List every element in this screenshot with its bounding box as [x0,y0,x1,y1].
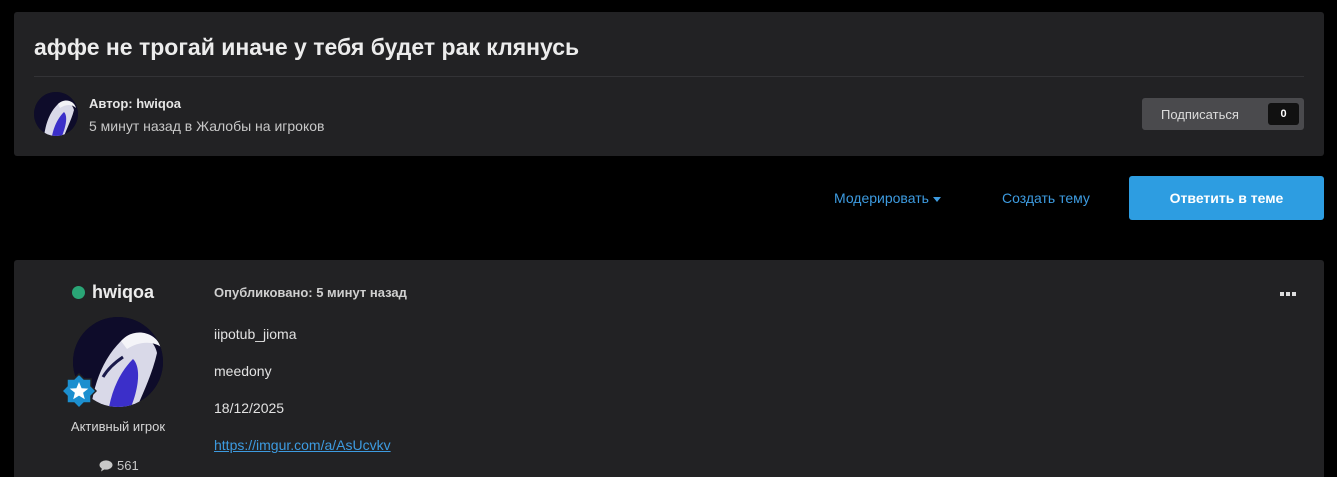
post-count-value: 561 [117,458,139,473]
moderate-label: Модерировать [834,190,929,206]
rank-badge-icon [60,372,98,410]
topic-header: аффе не трогай иначе у тебя будет рак кл… [14,12,1324,156]
author-line[interactable]: Автор: hwiqoa [89,96,181,111]
post: hwiqoa Активный игрок 561 Опубликовано: … [14,260,1324,477]
avatar-image [34,92,78,136]
subscribe-count-badge: 0 [1268,103,1299,125]
subscribe-label: Подписаться [1161,106,1239,122]
topic-title: аффе не трогай иначе у тебя будет рак кл… [34,34,580,60]
post-line: meedony [214,363,272,379]
online-status-icon [72,286,85,299]
create-topic-link[interactable]: Создать тему [1002,190,1090,206]
reply-button[interactable]: Ответить в теме [1129,176,1324,220]
post-author[interactable]: hwiqoa [72,282,154,303]
moderate-dropdown[interactable]: Модерировать [834,190,941,206]
post-count: 561 [99,458,139,473]
comment-icon [99,459,113,471]
post-line: iipotub_jioma [214,326,297,342]
post-menu-ellipsis-icon[interactable] [1280,285,1296,299]
header-divider [34,76,1304,77]
post-line: 18/12/2025 [214,400,285,416]
subscribe-button[interactable]: Подписаться 0 [1142,98,1304,130]
post-author-rank: Активный игрок [70,419,166,434]
author-avatar[interactable] [34,92,78,136]
caret-down-icon [932,196,941,202]
post-link[interactable]: https://imgur.com/a/AsUcvkv [214,437,391,453]
post-published-date: Опубликовано: 5 минут назад [214,285,407,300]
post-body: iipotub_jioma meedony 18/12/2025 https:/… [214,326,391,474]
post-author-name: hwiqoa [92,282,154,302]
topic-meta: 5 минут назад в Жалобы на игроков [89,118,325,134]
